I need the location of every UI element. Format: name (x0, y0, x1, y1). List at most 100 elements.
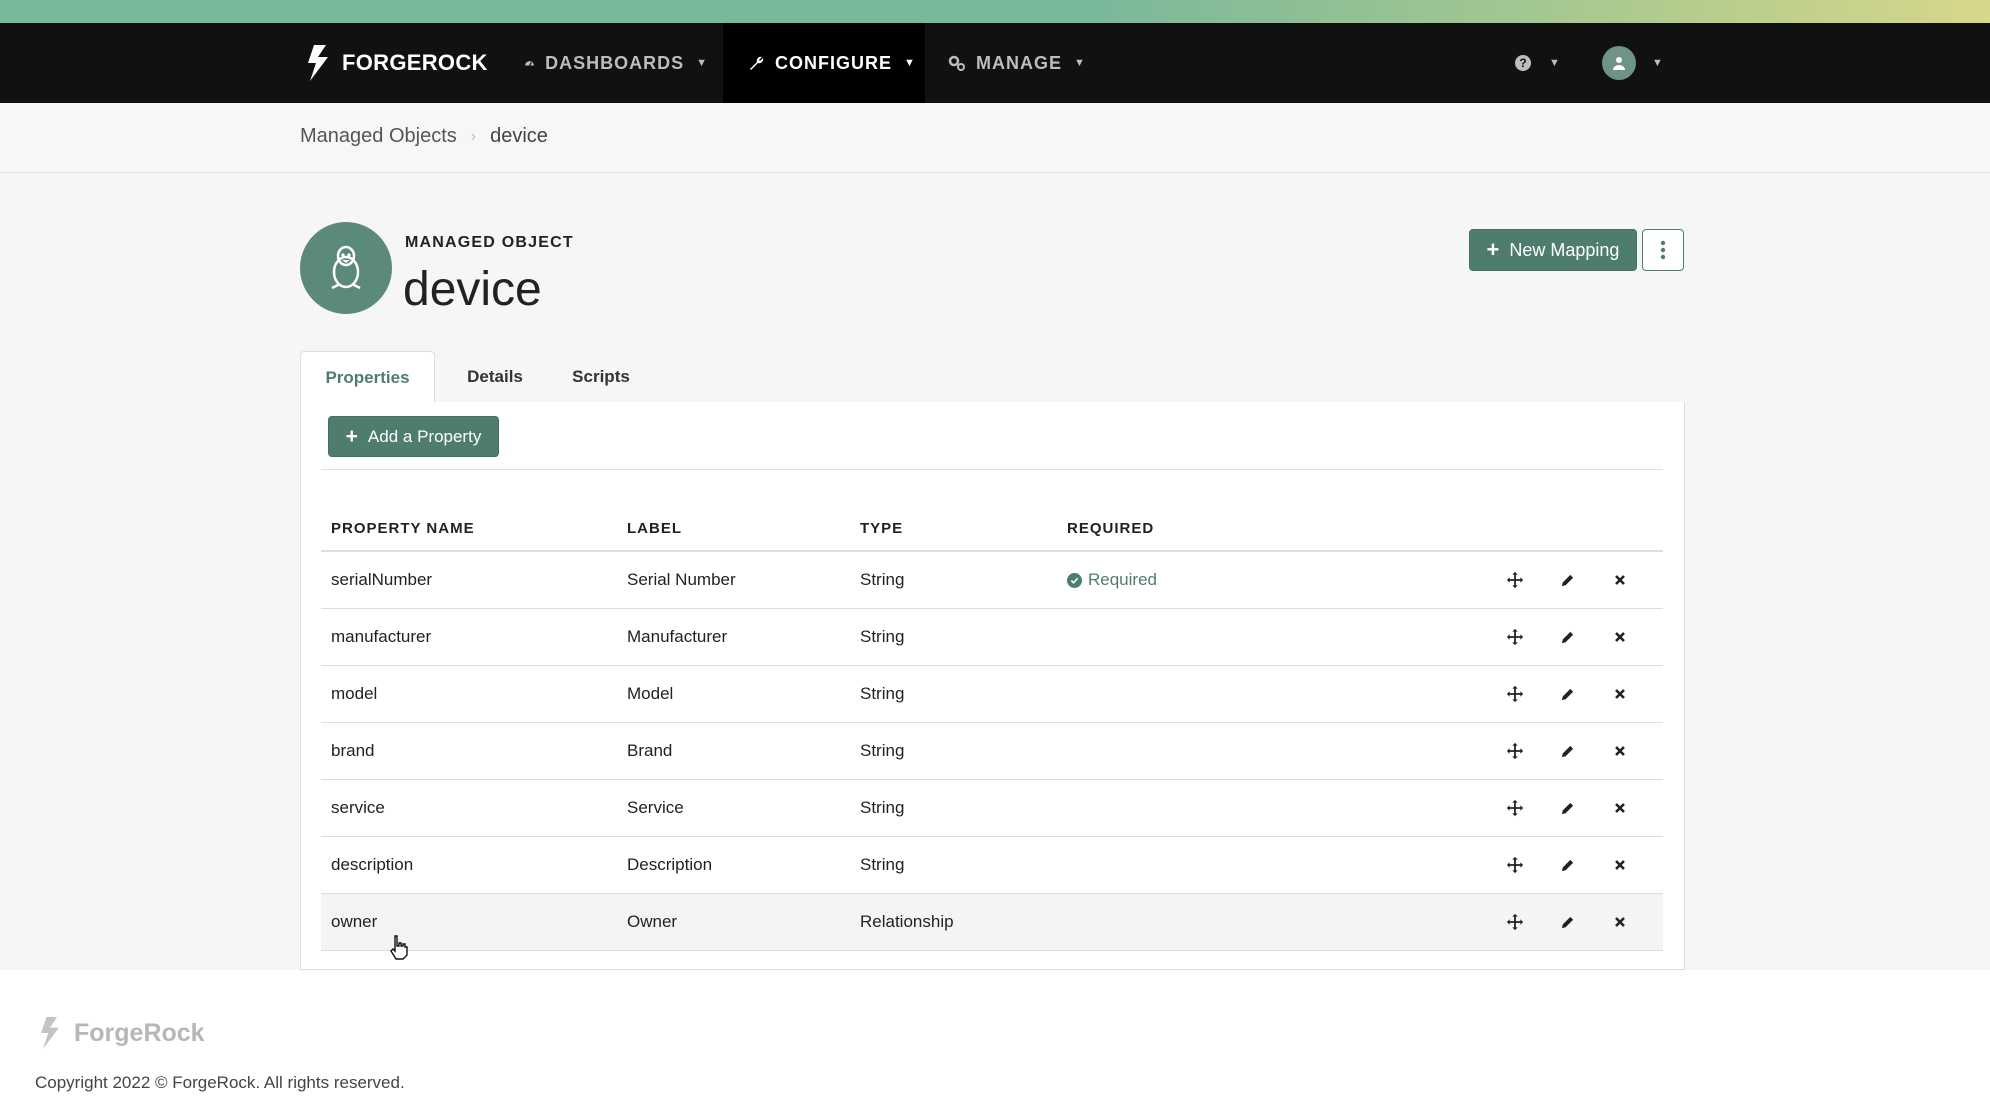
edit-pencil-icon[interactable] (1555, 739, 1579, 763)
property-label-cell: Brand (627, 741, 673, 760)
nav-dashboards[interactable]: DASHBOARDS ▼ (508, 23, 708, 103)
move-icon[interactable] (1503, 910, 1527, 934)
new-mapping-button[interactable]: + New Mapping (1469, 229, 1637, 271)
move-icon[interactable] (1503, 853, 1527, 877)
property-name-cell: manufacturer (331, 627, 432, 646)
property-type-cell: Relationship (860, 912, 954, 931)
breadcrumb-parent-link[interactable]: Managed Objects (300, 125, 457, 148)
user-menu[interactable]: ▼ (1602, 23, 1663, 103)
linux-penguin-icon (300, 222, 392, 314)
table-row[interactable]: manufacturer Manufacturer String (321, 609, 1663, 666)
breadcrumb: Managed Objects › device (300, 125, 548, 148)
delete-x-icon[interactable] (1608, 682, 1632, 706)
brand-logo[interactable]: FORGEROCK (300, 35, 488, 91)
move-icon[interactable] (1503, 739, 1527, 763)
properties-panel: + Add a Property PROPERTY NAME LABEL TYP… (300, 402, 1685, 970)
nav-dashboards-label: DASHBOARDS (545, 52, 685, 73)
property-label-cell: Model (627, 684, 674, 703)
plus-icon: + (345, 424, 358, 448)
delete-x-icon[interactable] (1608, 568, 1632, 592)
nav-configure[interactable]: CONFIGURE ▼ (723, 23, 925, 103)
table-row[interactable]: brand Brand String (321, 723, 1663, 780)
user-avatar-icon (1602, 46, 1636, 80)
help-menu[interactable]: ? ▼ (1515, 23, 1560, 103)
chevron-right-icon: › (470, 127, 477, 145)
divider (321, 469, 1663, 470)
object-tabs: Properties Details Scripts (300, 351, 1685, 404)
delete-x-icon[interactable] (1608, 625, 1632, 649)
page-title: device (403, 263, 542, 316)
table-row[interactable]: service Service String (321, 780, 1663, 837)
add-property-button[interactable]: + Add a Property (328, 416, 499, 457)
move-icon[interactable] (1503, 568, 1527, 592)
property-label-cell: Service (627, 798, 684, 817)
check-circle-icon (1067, 572, 1082, 588)
table-row[interactable]: owner Owner Relationship (321, 894, 1663, 951)
edit-pencil-icon[interactable] (1555, 625, 1579, 649)
copyright-text: Copyright 2022 © ForgeRock. All rights r… (35, 1073, 405, 1092)
object-kicker: MANAGED OBJECT (405, 234, 574, 251)
edit-pencil-icon[interactable] (1555, 796, 1579, 820)
delete-x-icon[interactable] (1608, 853, 1632, 877)
property-type-cell: String (860, 570, 905, 589)
property-name-cell: serialNumber (331, 570, 433, 589)
table-row[interactable]: model Model String (321, 666, 1663, 723)
breadcrumb-current: device (490, 125, 548, 147)
required-label: Required (1088, 570, 1157, 589)
tab-details[interactable]: Details (443, 351, 547, 403)
delete-x-icon[interactable] (1608, 739, 1632, 763)
property-label-cell: Description (627, 855, 713, 874)
delete-x-icon[interactable] (1608, 910, 1632, 934)
more-options-button[interactable] (1642, 229, 1684, 271)
move-icon[interactable] (1503, 625, 1527, 649)
properties-table: PROPERTY NAME LABEL TYPE REQUIRED serial… (321, 510, 1663, 951)
edit-pencil-icon[interactable] (1555, 568, 1579, 592)
brand-name: FORGEROCK (342, 50, 488, 75)
top-navbar: FORGEROCK DASHBOARDS ▼ CONFIGURE ▼ MANAG… (0, 23, 1990, 103)
caret-down-icon: ▼ (904, 57, 916, 69)
property-label-cell: Manufacturer (627, 627, 728, 646)
footer-logo-text: ForgeRock (74, 1018, 205, 1047)
column-header-type: TYPE (860, 520, 904, 537)
hand-cursor-icon (390, 935, 408, 960)
required-badge: Required (1067, 570, 1157, 590)
table-row[interactable]: serialNumber Serial Number String Requir… (321, 552, 1663, 609)
property-label-cell: Serial Number (627, 570, 736, 589)
property-type-cell: String (860, 627, 905, 646)
edit-pencil-icon[interactable] (1555, 682, 1579, 706)
new-mapping-label: New Mapping (1509, 239, 1620, 260)
forgerock-logo-icon (308, 45, 328, 81)
property-type-cell: String (860, 798, 905, 817)
dashboard-icon (525, 61, 534, 66)
add-property-label: Add a Property (367, 426, 482, 446)
vertical-ellipsis-icon (1660, 240, 1666, 260)
table-row[interactable]: description Description String (321, 837, 1663, 894)
nav-configure-label: CONFIGURE (775, 52, 892, 73)
property-name-cell: owner (331, 912, 378, 931)
property-type-cell: String (860, 741, 905, 760)
caret-down-icon: ▼ (1549, 57, 1560, 69)
property-label-cell: Owner (627, 912, 678, 931)
tab-scripts[interactable]: Scripts (552, 351, 650, 403)
wrench-icon (750, 56, 764, 70)
page-footer: ForgeRock Copyright 2022 © ForgeRock. Al… (0, 970, 1990, 1112)
edit-pencil-icon[interactable] (1555, 853, 1579, 877)
object-header: MANAGED OBJECT device + New Mapping (300, 222, 1685, 322)
property-name-cell: service (331, 798, 385, 817)
edit-pencil-icon[interactable] (1555, 910, 1579, 934)
caret-down-icon: ▼ (1074, 57, 1086, 69)
top-accent-bar (0, 0, 1990, 23)
move-icon[interactable] (1503, 682, 1527, 706)
property-name-cell: description (331, 855, 414, 874)
caret-down-icon: ▼ (696, 57, 708, 69)
cogs-icon (948, 55, 965, 71)
column-header-required: REQUIRED (1067, 520, 1155, 537)
column-header-label: LABEL (627, 520, 682, 537)
tab-properties[interactable]: Properties (300, 351, 435, 404)
move-icon[interactable] (1503, 796, 1527, 820)
forgerock-logo-icon (41, 1017, 59, 1049)
caret-down-icon: ▼ (1652, 57, 1663, 69)
nav-manage[interactable]: MANAGE ▼ (940, 23, 1120, 103)
delete-x-icon[interactable] (1608, 796, 1632, 820)
property-type-cell: String (860, 684, 905, 703)
